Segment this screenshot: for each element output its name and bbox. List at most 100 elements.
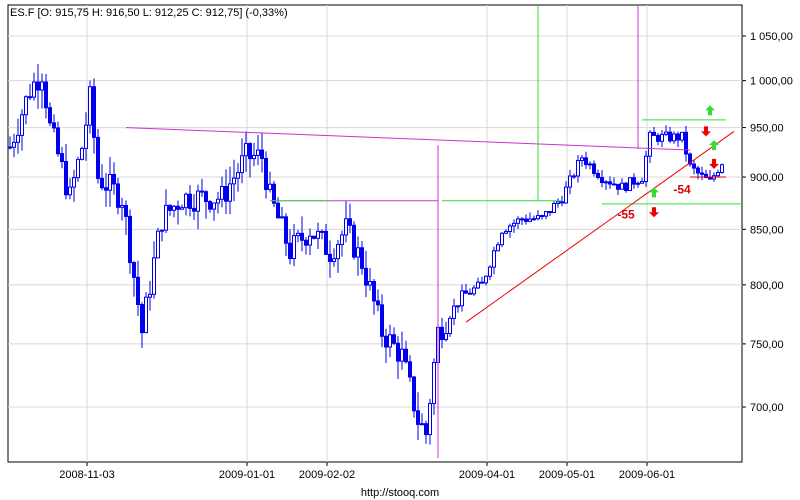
chart-container: -55 -54 1 050,00 1 000,00 950,00 900,00 850,0…: [0, 0, 800, 500]
candle-body: [224, 186, 228, 202]
candle-body: [604, 181, 608, 184]
candle-body: [400, 348, 404, 362]
candle-body: [596, 172, 600, 178]
candle-body: [60, 153, 64, 162]
candle-body: [328, 253, 332, 262]
candle-body: [200, 190, 204, 193]
y-tick-label: 800,00: [750, 280, 784, 292]
candle-body: [504, 230, 508, 234]
candle-body: [36, 81, 40, 91]
candle-body: [248, 143, 252, 160]
x-tick-label: 2009-06-01: [619, 469, 675, 481]
candle-body: [392, 334, 396, 344]
candle-body: [684, 131, 688, 155]
candle-body: [580, 157, 584, 161]
candle-body: [176, 205, 180, 210]
candle-body: [496, 244, 500, 252]
candle-body: [68, 186, 72, 196]
candle-body: [528, 218, 532, 222]
candle-body: [44, 81, 48, 109]
x-tick-label: 2009-01-01: [219, 469, 275, 481]
candle-body: [696, 167, 700, 174]
candle-body: [260, 149, 264, 159]
candle-body: [532, 218, 536, 221]
candle-body: [708, 177, 712, 180]
candle-body: [676, 133, 680, 141]
candle-body: [576, 159, 580, 177]
candle-body: [648, 131, 652, 157]
candle-body: [500, 232, 504, 246]
candle-body: [384, 335, 388, 348]
candle-body: [508, 225, 512, 232]
candle-body: [48, 107, 52, 124]
candle-body: [184, 193, 188, 209]
candle-body: [644, 155, 648, 183]
candle-body: [672, 133, 676, 142]
candle-body: [112, 174, 116, 185]
candle-body: [268, 183, 272, 190]
candle-body: [544, 211, 548, 217]
candle-body: [564, 186, 568, 204]
candle-body: [296, 232, 300, 237]
candle-body: [152, 257, 156, 295]
candle-body: [156, 230, 160, 259]
candle-body: [360, 247, 364, 269]
y-tick-label: 1 000,00: [750, 76, 793, 88]
candle-body: [420, 423, 424, 426]
candle-body: [492, 250, 496, 268]
candle-body: [668, 131, 672, 142]
candle-body: [480, 281, 484, 284]
candle-body: [280, 216, 284, 219]
candle-body: [456, 305, 460, 308]
candle-body: [356, 247, 360, 258]
annotation-label: -54: [673, 182, 691, 196]
y-tick-label: 950,00: [750, 123, 784, 135]
y-tick-label: 750,00: [750, 339, 784, 351]
candle-body: [540, 215, 544, 218]
candle-body: [244, 143, 248, 157]
candle-body: [8, 146, 12, 149]
candle-body: [132, 262, 136, 278]
candle-body: [368, 280, 372, 286]
y-axis: 1 050,00 1 000,00 950,00 900,00 850,00 800,00…: [742, 31, 793, 414]
candle-body: [620, 182, 624, 190]
candle-body: [468, 292, 472, 295]
candle-body: [664, 131, 668, 135]
candle-body: [264, 157, 268, 190]
candle-body: [16, 134, 20, 143]
candle-body: [240, 155, 244, 174]
candle-body: [716, 171, 720, 177]
candle-body: [692, 163, 696, 169]
candle-body: [548, 211, 552, 214]
candle-body: [56, 127, 60, 155]
candle-body: [608, 181, 612, 185]
candle-body: [32, 81, 36, 98]
candle-body: [116, 183, 120, 208]
candle-body: [372, 280, 376, 302]
candle-body: [348, 218, 352, 226]
candle-body: [292, 235, 296, 259]
candle-body: [660, 133, 664, 142]
x-tick-label: 2009-05-01: [539, 469, 595, 481]
candle-body: [104, 187, 108, 191]
y-tick-label: 900,00: [750, 172, 784, 184]
candle-body: [484, 275, 488, 284]
candle-body: [84, 124, 88, 149]
candle-body: [476, 281, 480, 289]
plot-area: [7, 4, 743, 463]
candle-body: [428, 403, 432, 436]
candle-body: [552, 203, 556, 214]
candle-body: [472, 287, 476, 295]
candle-body: [136, 276, 140, 306]
candle-body: [448, 317, 452, 335]
footer-link[interactable]: http://stooq.com: [361, 487, 439, 499]
candle-body: [408, 361, 412, 378]
candle-body: [96, 136, 100, 179]
candle-body: [288, 242, 292, 259]
candle-body: [28, 96, 32, 99]
candle-body: [212, 202, 216, 210]
candle-body: [12, 141, 16, 148]
candle-body: [256, 149, 260, 156]
candle-body: [376, 300, 380, 306]
candle-body: [524, 218, 528, 222]
